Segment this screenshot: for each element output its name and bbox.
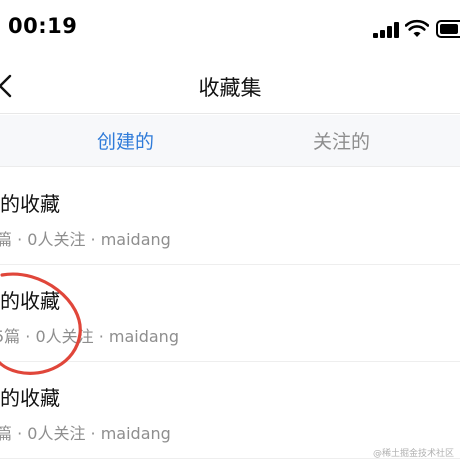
collection-item[interactable]: 我的收藏 5篇 · 0人关注 · maidang bbox=[0, 265, 460, 362]
collection-item[interactable]: 我的收藏 篇 · 0人关注 · maidang bbox=[0, 168, 460, 265]
battery-icon bbox=[436, 20, 460, 38]
status-bar: 00:19 bbox=[0, 0, 460, 58]
collection-meta: 篇 · 0人关注 · maidang bbox=[0, 424, 171, 443]
tab-followed[interactable]: 关注的 bbox=[313, 127, 370, 154]
nav-bar: 收藏集 bbox=[0, 58, 460, 114]
collection-title: 我的收藏 bbox=[0, 289, 60, 313]
collection-item[interactable]: 我的收藏 篇 · 0人关注 · maidang bbox=[0, 362, 460, 459]
collection-meta: 篇 · 0人关注 · maidang bbox=[0, 230, 171, 249]
collection-list: 我的收藏 篇 · 0人关注 · maidang 我的收藏 5篇 · 0人关注 ·… bbox=[0, 168, 460, 459]
collection-title: 我的收藏 bbox=[0, 192, 60, 216]
status-time: 00:19 bbox=[8, 14, 78, 38]
page-title: 收藏集 bbox=[198, 76, 262, 100]
watermark: @稀土掘金技术社区 bbox=[372, 449, 454, 459]
wifi-icon bbox=[405, 19, 429, 37]
cellular-signal-icon bbox=[373, 22, 399, 38]
tab-created[interactable]: 创建的 bbox=[97, 127, 154, 154]
collection-title: 我的收藏 bbox=[0, 386, 60, 410]
collection-meta: 5篇 · 0人关注 · maidang bbox=[0, 327, 179, 346]
tab-bar: 创建的 关注的 bbox=[0, 115, 460, 167]
